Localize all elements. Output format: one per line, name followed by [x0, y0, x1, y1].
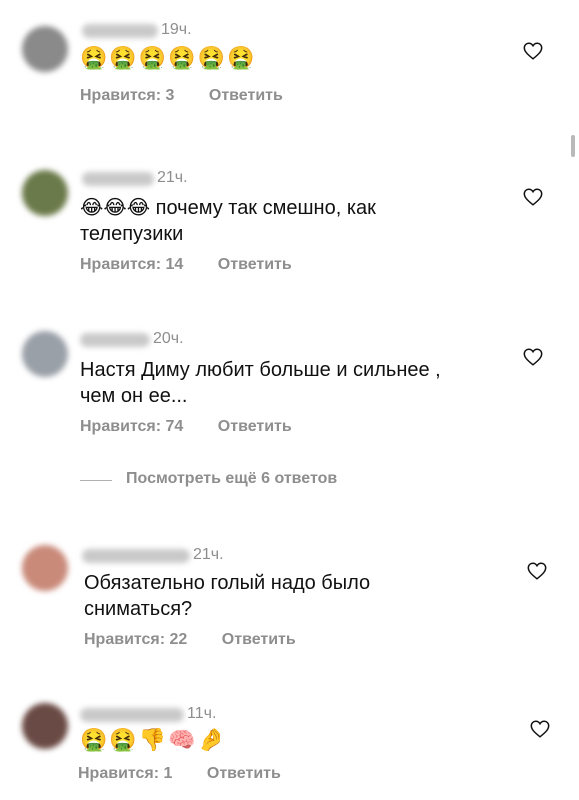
username[interactable] — [80, 333, 150, 347]
avatar[interactable] — [22, 170, 68, 216]
likes-count[interactable]: Нравится: 14 — [80, 256, 183, 273]
comment-actions: Нравится: 3 Ответить — [80, 87, 313, 105]
username[interactable] — [82, 24, 158, 38]
timestamp: 21ч. — [157, 169, 188, 186]
comment-actions: Нравится: 14 Ответить — [80, 256, 322, 274]
likes-count[interactable]: Нравится: 22 — [84, 631, 187, 648]
comment-text: Обязательно голый надо было сниматься? — [84, 572, 371, 620]
likes-count[interactable]: Нравится: 1 — [78, 765, 172, 782]
comment-text: Настя Диму любит больше и сильнее , чем … — [80, 359, 441, 407]
timestamp: 21ч. — [193, 546, 224, 563]
view-more-replies-label[interactable]: Посмотреть ещё 6 ответов — [126, 470, 337, 488]
comment-actions: Нравится: 22 Ответить — [84, 631, 326, 649]
reply-button[interactable]: Ответить — [209, 87, 283, 104]
divider-line — [80, 480, 112, 481]
likes-count[interactable]: Нравится: 3 — [80, 87, 174, 104]
username[interactable] — [82, 172, 154, 186]
timestamp: 19ч. — [161, 21, 192, 38]
heart-icon[interactable] — [522, 40, 544, 62]
reply-button[interactable]: Ответить — [218, 418, 292, 435]
avatar[interactable] — [22, 26, 68, 72]
username[interactable] — [82, 549, 190, 563]
reply-button[interactable]: Ответить — [222, 631, 296, 648]
timestamp: 11ч. — [187, 705, 217, 722]
comment-text: 🤮🤮🤮🤮🤮🤮 — [80, 46, 257, 71]
timestamp: 20ч. — [153, 330, 184, 347]
comment-actions: Нравится: 1 Ответить — [78, 765, 311, 783]
reply-button[interactable]: Ответить — [207, 765, 281, 782]
username[interactable] — [80, 708, 184, 722]
comment-text: 😂😂😂 почему так смешно, как телепузики — [80, 197, 376, 245]
avatar[interactable] — [22, 545, 68, 591]
scrollbar[interactable] — [571, 135, 575, 157]
heart-icon[interactable] — [529, 718, 551, 740]
comment-text: 🤮🤮👎🧠🤌 — [80, 728, 227, 753]
reply-button[interactable]: Ответить — [218, 256, 292, 273]
comment-actions: Нравится: 74 Ответить — [80, 418, 322, 436]
heart-icon[interactable] — [522, 346, 544, 368]
avatar[interactable] — [22, 703, 68, 749]
likes-count[interactable]: Нравится: 74 — [80, 418, 183, 435]
heart-icon[interactable] — [526, 560, 548, 582]
avatar[interactable] — [22, 331, 68, 377]
heart-icon[interactable] — [522, 186, 544, 208]
